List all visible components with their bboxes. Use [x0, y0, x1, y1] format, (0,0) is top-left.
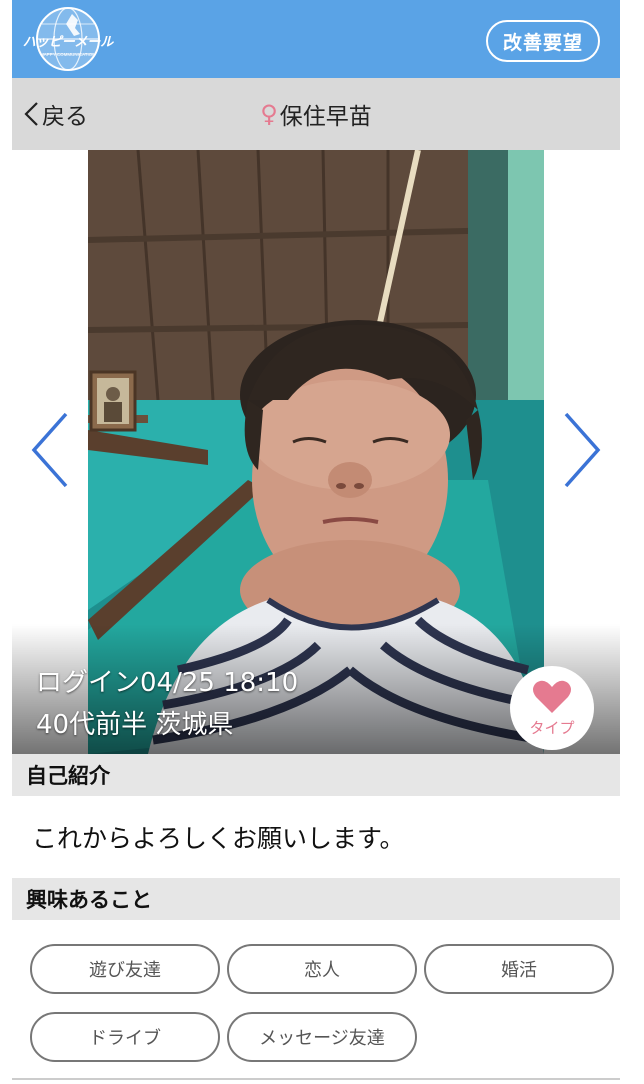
intro-text: これからよろしくお願いします。 — [12, 796, 620, 878]
top-bar: ハッピーメール HAPPY COMMUNICATION 改善要望 — [12, 0, 620, 78]
profile-title: ♀ 保住早苗 — [12, 98, 620, 130]
next-photo-arrow-icon[interactable] — [562, 412, 602, 488]
interests-section-header: 興味あること — [12, 878, 620, 920]
svg-text:ハッピーメール: ハッピーメール — [23, 34, 114, 49]
previous-photo-arrow-icon[interactable] — [30, 412, 70, 488]
interest-tag[interactable]: ドライブ — [30, 1012, 220, 1062]
interest-tag[interactable]: 恋人 — [227, 944, 417, 994]
profile-name: 保住早苗 — [279, 104, 372, 130]
type-like-button[interactable]: タイプ — [510, 666, 594, 750]
nav-bar: 戻る ♀ 保住早苗 — [12, 78, 620, 150]
interest-tags: 遊び友達 恋人 婚活 ドライブ メッセージ友達 — [12, 920, 620, 1084]
svg-text:HAPPY COMMUNICATION: HAPPY COMMUNICATION — [40, 52, 95, 57]
photo-carousel: ログイン04/25 18:10 40代前半 茨城県 タイプ — [12, 150, 620, 754]
interest-tag[interactable]: メッセージ友達 — [227, 1012, 417, 1062]
last-login-text: ログイン04/25 18:10 — [36, 668, 299, 698]
improvement-request-button[interactable]: 改善要望 — [486, 20, 600, 62]
female-icon: ♀ — [260, 100, 278, 128]
type-label: タイプ — [529, 718, 575, 737]
divider — [12, 1078, 620, 1080]
interest-tag[interactable]: 婚活 — [424, 944, 614, 994]
app-logo[interactable]: ハッピーメール HAPPY COMMUNICATION — [20, 6, 120, 72]
age-region-text: 40代前半 茨城県 — [36, 710, 234, 740]
heart-icon — [533, 680, 571, 713]
globe-logo-icon: ハッピーメール HAPPY COMMUNICATION — [23, 7, 114, 71]
app-frame: ハッピーメール HAPPY COMMUNICATION 改善要望 戻る ♀ 保住… — [12, 0, 620, 1084]
intro-section-header: 自己紹介 — [12, 754, 620, 796]
interest-tag[interactable]: 遊び友達 — [30, 944, 220, 994]
